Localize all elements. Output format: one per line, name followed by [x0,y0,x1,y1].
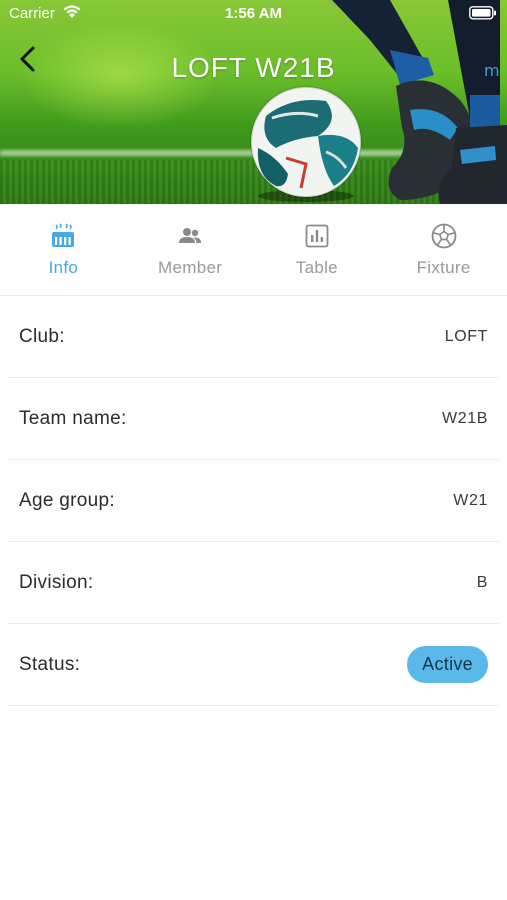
battery-icon [469,6,496,20]
tab-table[interactable]: Table [254,204,381,295]
team-info-list: Club: LOFT Team name: W21B Age group: W2… [8,296,499,706]
division-label: Division: [19,571,94,593]
people-icon [176,222,204,250]
tab-fixture[interactable]: Fixture [380,204,507,295]
team-name-label: Team name: [19,407,127,429]
club-value: LOFT [444,327,488,345]
tab-table-label: Table [295,258,338,277]
age-group-row: Age group: W21 [8,460,499,542]
status-label: Status: [19,653,81,675]
stadium-icon [49,222,77,250]
soccer-ball-icon [430,222,458,250]
age-group-label: Age group: [19,489,115,511]
chart-icon [303,222,331,250]
club-label: Club: [19,325,65,347]
tab-member[interactable]: Member [127,204,254,295]
age-group-value: W21 [453,491,488,509]
page-title: LOFT W21B [171,52,336,83]
tab-fixture-label: Fixture [416,258,471,277]
club-row: Club: LOFT [8,296,499,378]
division-row: Division: B [8,542,499,624]
header-banner: m Carrier 1:56 AM LOFT W21B [0,0,507,204]
team-name-row: Team name: W21B [8,378,499,460]
status-row: Status: Active [8,624,499,706]
status-badge: Active [407,646,488,683]
team-name-value: W21B [442,409,488,427]
status-bar: Carrier 1:56 AM [0,0,507,28]
division-value: B [476,573,488,591]
tab-bar: Info Member Table Fixture [0,204,507,296]
tab-info-label: Info [48,258,79,277]
tab-info[interactable]: Info [0,204,127,295]
tab-member-label: Member [158,258,223,277]
clock: 1:56 AM [225,5,282,22]
soccer-ball-image [250,86,362,202]
